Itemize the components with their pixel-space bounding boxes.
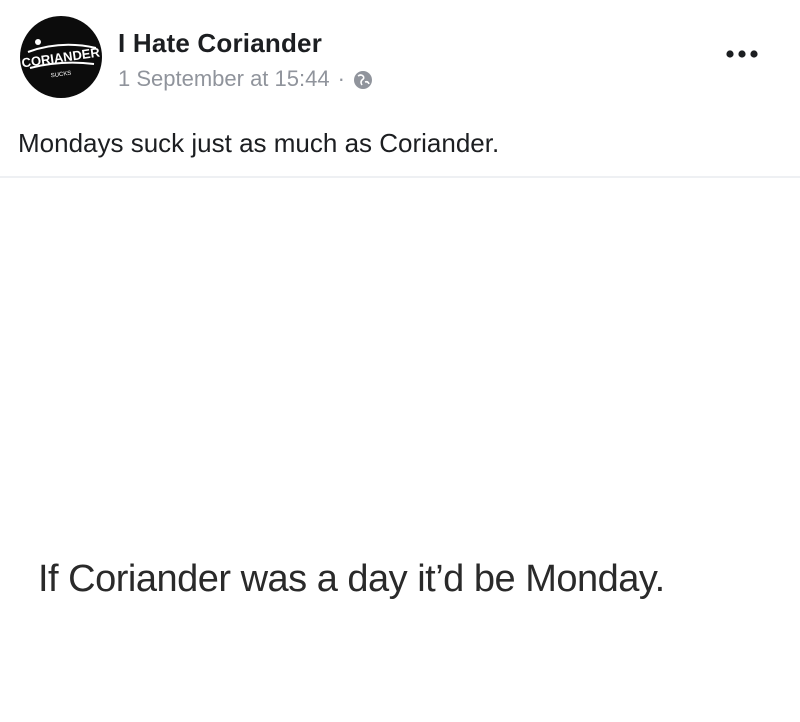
more-options-icon[interactable] <box>722 44 762 64</box>
image-caption: If Coriander was a day it’d be Monday. <box>38 558 665 600</box>
post-meta: 1 September at 15:44 · <box>118 66 373 92</box>
divider <box>0 176 800 178</box>
post-image[interactable] <box>0 180 800 722</box>
meta-separator: · <box>337 66 345 91</box>
post-header: CORIANDER SUCKS I Hate Coriander 1 Septe… <box>0 0 800 120</box>
page-name-link[interactable]: I Hate Coriander <box>118 28 322 59</box>
coriander-logo: CORIANDER SUCKS <box>21 39 101 80</box>
globe-icon[interactable] <box>353 70 373 90</box>
logo-subtext: SUCKS <box>50 71 71 80</box>
post-timestamp[interactable]: 1 September at 15:44 <box>118 66 330 92</box>
page-avatar[interactable]: CORIANDER SUCKS <box>20 16 102 98</box>
post-text: Mondays suck just as much as Coriander. <box>18 128 500 158</box>
